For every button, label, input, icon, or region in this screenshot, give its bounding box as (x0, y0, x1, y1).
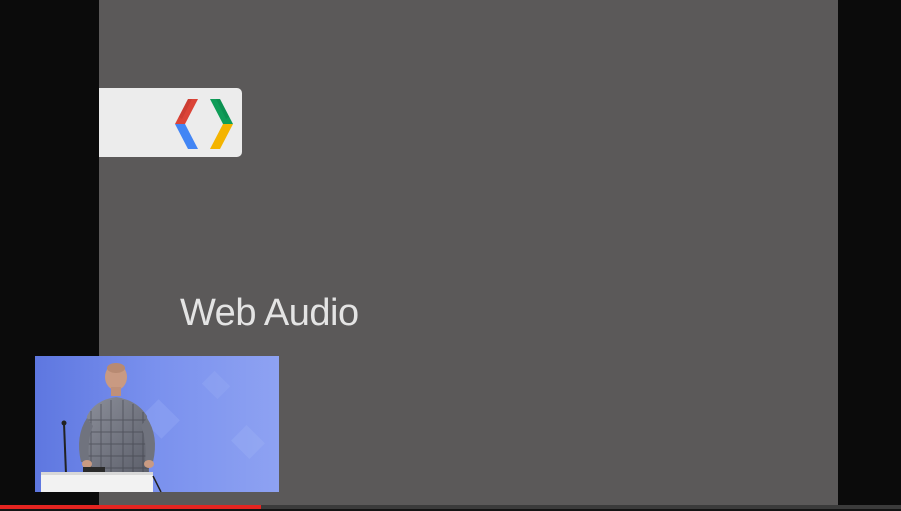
chrome-devtools-logo-icon (175, 99, 233, 149)
letterbox-right (838, 0, 901, 505)
speaker-video-icon (35, 356, 279, 492)
slide-title: Web Audio (180, 292, 359, 334)
speaker-video-inset (35, 356, 279, 492)
video-player[interactable]: Web Audio (0, 0, 901, 511)
